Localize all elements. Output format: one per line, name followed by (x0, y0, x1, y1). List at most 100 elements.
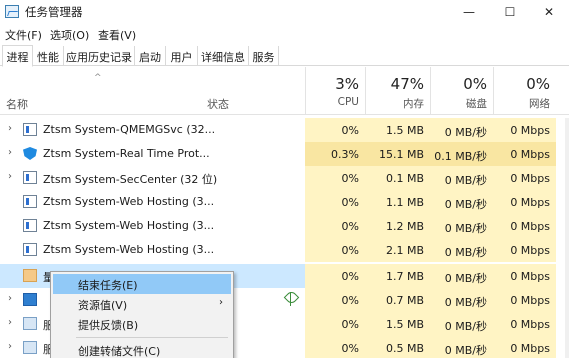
title-bar: 任务管理器 — ☐ ✕ (0, 0, 569, 24)
cpu-cell: 0% (305, 238, 365, 262)
process-name: Ztsm System-Real Time Prot... (43, 147, 210, 160)
cpu-cell: 0% (305, 312, 365, 336)
process-row[interactable]: › Ztsm System-QMEMGSvc (32... 0% 1.5 MB … (0, 118, 569, 142)
network-cell: 0 Mbps (493, 190, 556, 214)
window-icon (23, 243, 37, 256)
minimize-button[interactable]: — (449, 0, 489, 24)
cpu-cell: 0% (305, 336, 365, 358)
disk-cell: 0 MB/秒 (430, 312, 493, 336)
disk-cell: 0 MB/秒 (430, 118, 493, 142)
cpu-cell: 0.3% (305, 142, 365, 166)
process-name: Ztsm System-Web Hosting (3... (43, 243, 215, 256)
end-task-menu-item[interactable]: 结束任务(E) (53, 274, 231, 294)
process-name: Ztsm System-SecCenter (32 位) (43, 173, 218, 186)
resource-values-menu-item[interactable]: 资源值(V) › (53, 294, 231, 314)
network-cell: 0 Mbps (493, 142, 556, 166)
process-row[interactable]: › Ztsm System-SecCenter (32 位) 0% 0.1 MB… (0, 166, 569, 190)
resource-values-label: 资源值(V) (78, 299, 128, 312)
network-total: 0% (526, 75, 550, 93)
cpu-cell: 0% (305, 288, 365, 312)
network-label: 网络 (529, 98, 550, 110)
process-name: Ztsm System-Web Hosting (3... (43, 195, 215, 208)
process-row[interactable]: Ztsm System-Web Hosting (3... 0% 1.1 MB … (0, 190, 569, 214)
sort-indicator-icon: ^ (94, 73, 102, 83)
context-menu: 结束任务(E) 资源值(V) › 提供反馈(B) 创建转储文件(C) (50, 271, 234, 358)
disk-cell: 0 MB/秒 (430, 264, 493, 288)
cpu-label: CPU (337, 96, 359, 108)
menu-file[interactable]: 文件(F) (5, 27, 42, 43)
cpu-total: 3% (335, 75, 359, 93)
menu-view[interactable]: 查看(V) (98, 27, 136, 43)
expand-chevron-icon[interactable]: › (8, 123, 12, 134)
task-manager-icon (5, 5, 19, 18)
memory-cell: 1.7 MB (365, 264, 430, 288)
memory-cell: 1.5 MB (365, 118, 430, 142)
process-row[interactable]: Ztsm System-Web Hosting (3... 0% 2.1 MB … (0, 238, 569, 262)
network-cell: 0 Mbps (493, 238, 556, 262)
cpu-cell: 0% (305, 264, 365, 288)
menu-separator (76, 337, 228, 338)
scrollbar[interactable] (565, 118, 569, 358)
memory-cell: 2.1 MB (365, 238, 430, 262)
expand-chevron-icon[interactable]: › (8, 147, 12, 158)
tab-services[interactable]: 服务 (249, 46, 279, 66)
column-memory-header[interactable]: 47% 内存 (365, 67, 430, 115)
submenu-arrow-icon: › (219, 297, 223, 308)
disk-total: 0% (463, 75, 487, 93)
tab-startup[interactable]: 启动 (135, 46, 166, 66)
memory-label: 内存 (403, 98, 424, 110)
menu-options[interactable]: 选项(O) (50, 27, 89, 43)
tab-users[interactable]: 用户 (166, 46, 198, 66)
tab-bar: 进程 性能 应用历史记录 启动 用户 详细信息 服务 (0, 44, 569, 67)
disk-label: 磁盘 (466, 98, 487, 110)
cpu-cell: 0% (305, 166, 365, 190)
disk-cell: 0 MB/秒 (430, 190, 493, 214)
column-header: ^ 名称 状态 3% CPU 47% 内存 0% 磁盘 0% 网络 (0, 67, 569, 115)
column-network-header[interactable]: 0% 网络 (493, 67, 556, 115)
expand-chevron-icon[interactable]: › (8, 317, 12, 328)
efficiency-mode-leaf-icon (290, 292, 299, 306)
tab-performance[interactable]: 性能 (33, 46, 64, 66)
memory-cell: 1.1 MB (365, 190, 430, 214)
expand-chevron-icon[interactable]: › (8, 293, 12, 304)
create-dump-file-menu-item[interactable]: 创建转储文件(C) (53, 340, 231, 358)
network-cell: 0 Mbps (493, 118, 556, 142)
column-cpu-header[interactable]: 3% CPU (305, 67, 365, 115)
window-icon (23, 195, 37, 208)
network-cell: 0 Mbps (493, 336, 556, 358)
tab-processes[interactable]: 进程 (2, 45, 33, 67)
column-name-header[interactable]: 名称 (6, 96, 28, 112)
memory-cell: 15.1 MB (365, 142, 430, 166)
memory-total: 47% (390, 75, 424, 93)
close-button[interactable]: ✕ (529, 0, 569, 24)
expand-chevron-icon[interactable]: › (8, 341, 12, 352)
window-icon (23, 123, 37, 136)
feedback-menu-item[interactable]: 提供反馈(B) (53, 314, 231, 334)
process-row[interactable]: Ztsm System-Web Hosting (3... 0% 1.2 MB … (0, 214, 569, 238)
shield-icon (23, 147, 37, 160)
cpu-cell: 0% (305, 190, 365, 214)
disk-cell: 0 MB/秒 (430, 336, 493, 358)
process-name: Ztsm System-QMEMGSvc (32... (43, 123, 216, 136)
network-cell: 0 Mbps (493, 312, 556, 336)
memory-cell: 0.7 MB (365, 288, 430, 312)
memory-cell: 0.1 MB (365, 166, 430, 190)
disk-cell: 0.1 MB/秒 (430, 142, 493, 166)
maximize-button[interactable]: ☐ (490, 0, 530, 24)
memory-cell: 1.5 MB (365, 312, 430, 336)
network-cell: 0 Mbps (493, 288, 556, 312)
disk-cell: 0 MB/秒 (430, 166, 493, 190)
process-row[interactable]: › Ztsm System-Real Time Prot... 0.3% 15.… (0, 142, 569, 166)
expand-chevron-icon[interactable]: › (8, 171, 12, 182)
column-status-header[interactable]: 状态 (207, 96, 229, 112)
network-cell: 0 Mbps (493, 214, 556, 238)
tab-app-history[interactable]: 应用历史记录 (64, 46, 135, 66)
cpu-cell: 0% (305, 214, 365, 238)
column-disk-header[interactable]: 0% 磁盘 (430, 67, 493, 115)
disk-cell: 0 MB/秒 (430, 214, 493, 238)
network-cell: 0 Mbps (493, 166, 556, 190)
tab-details[interactable]: 详细信息 (198, 46, 249, 66)
memory-cell: 1.2 MB (365, 214, 430, 238)
window-icon (23, 219, 37, 232)
blue-app-icon (23, 293, 37, 306)
